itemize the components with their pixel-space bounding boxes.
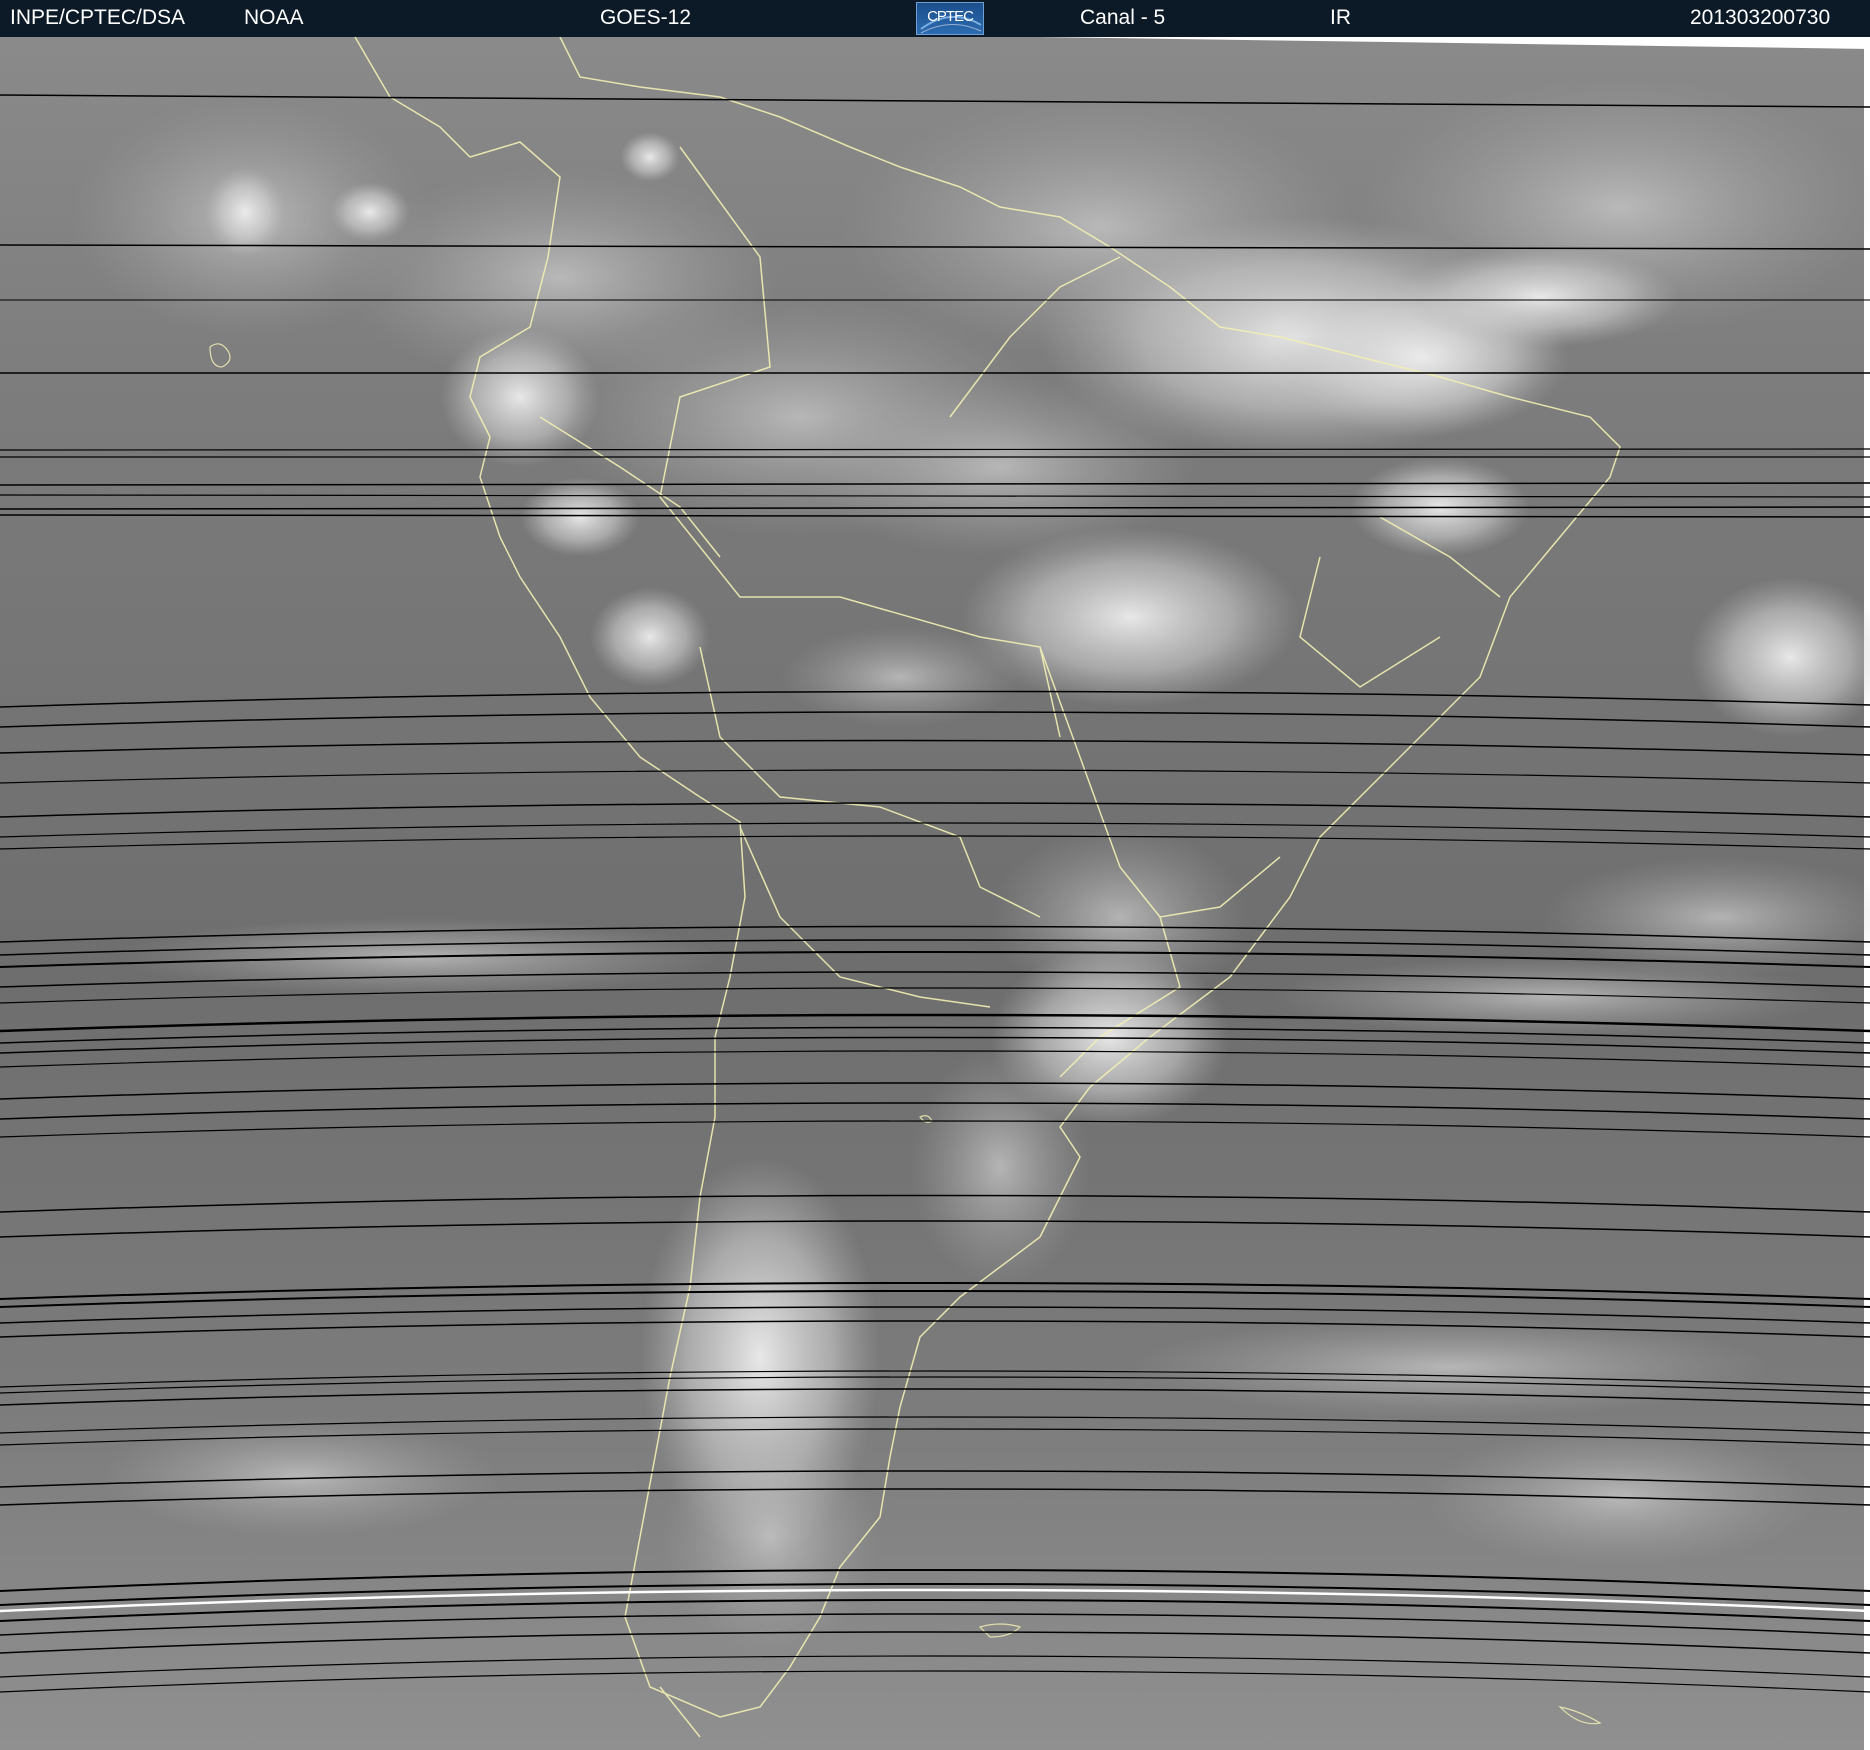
image-header: INPE/CPTEC/DSA NOAA GOES-12 CPTEC Canal … bbox=[0, 0, 1870, 37]
satellite-label: GOES-12 bbox=[600, 6, 692, 29]
band-label: IR bbox=[1330, 6, 1351, 29]
agency-label: NOAA bbox=[244, 6, 304, 29]
timestamp-label: 201303200730 bbox=[1690, 6, 1831, 29]
institution-label: INPE/CPTEC/DSA bbox=[10, 6, 186, 29]
channel-label: Canal - 5 bbox=[1080, 6, 1166, 29]
logo-text: CPTEC bbox=[927, 8, 974, 25]
satellite-image bbox=[0, 37, 1870, 1750]
cptec-logo: CPTEC bbox=[916, 2, 984, 35]
